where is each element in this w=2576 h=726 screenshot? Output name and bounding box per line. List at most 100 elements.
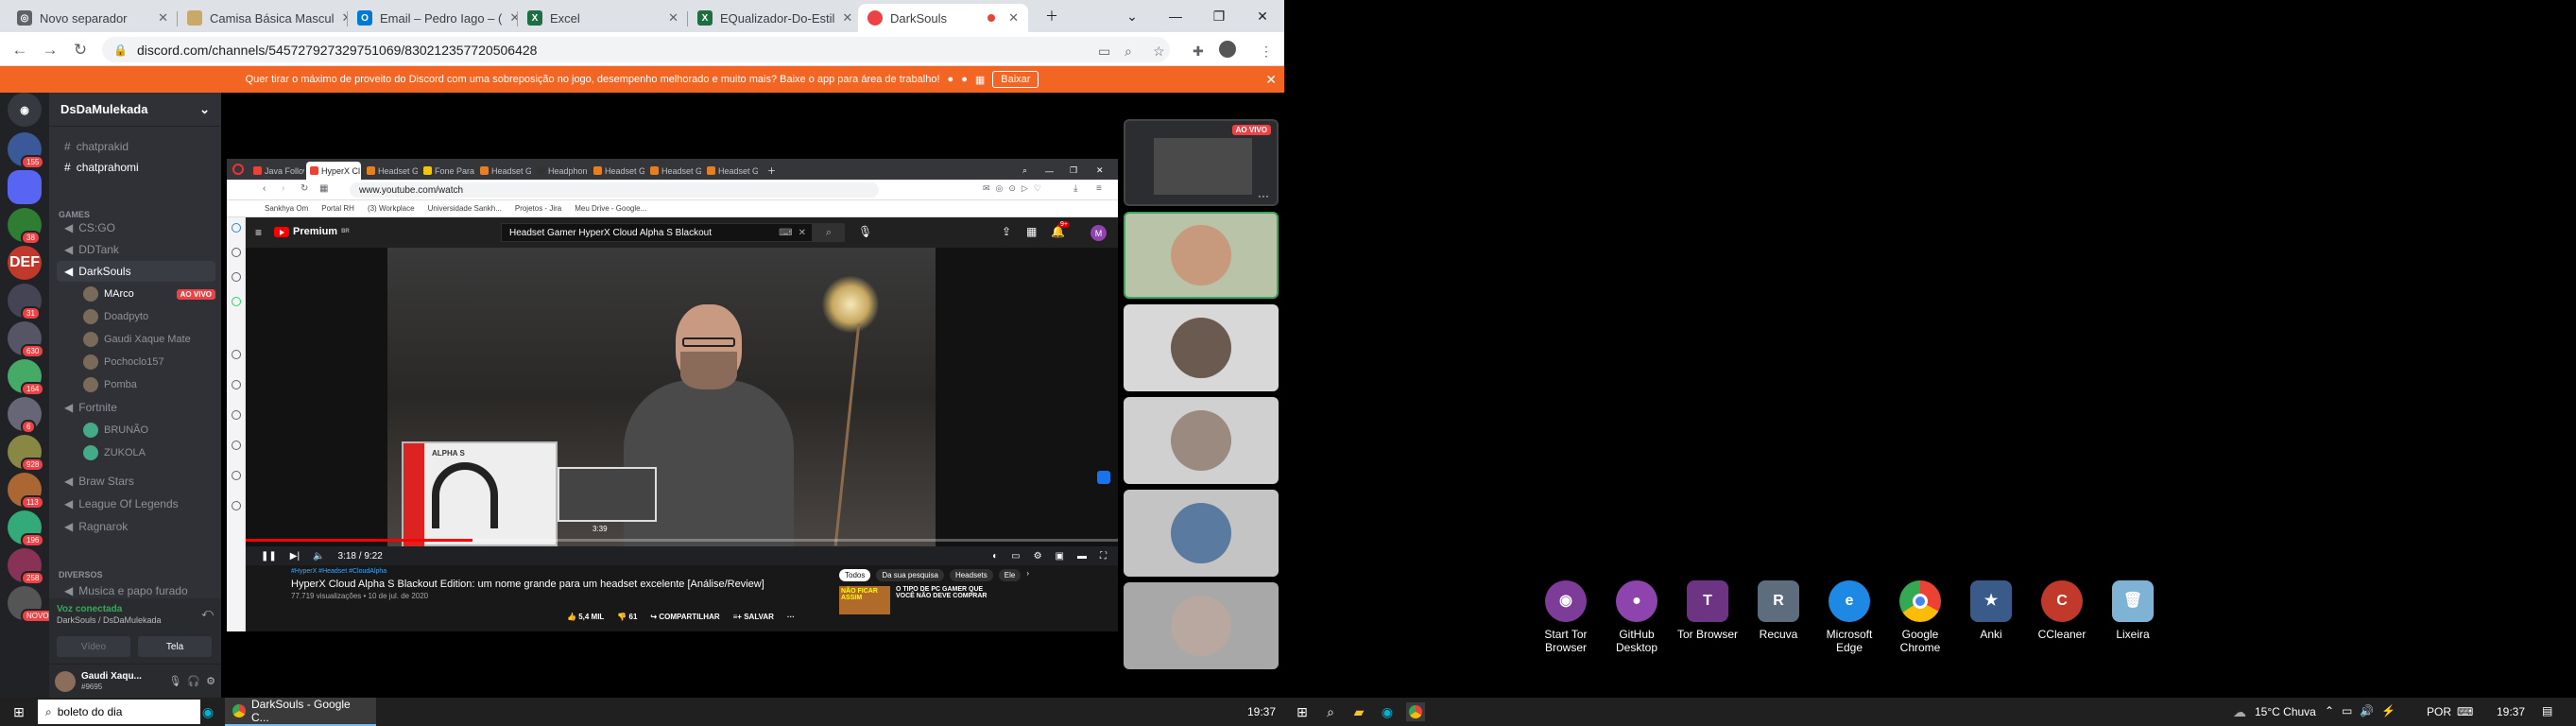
tab[interactable]: Headset G [476,162,531,180]
maximize-button[interactable]: ❐ [1197,0,1241,32]
clock-right[interactable]: 19:37 [2497,705,2525,718]
video-button[interactable]: Vídeo [57,636,130,657]
forward-button[interactable]: → [40,40,60,60]
bookmark[interactable]: Portal RH [321,204,354,213]
youtube-logo[interactable]: Premium BR [274,226,350,237]
participant-tile[interactable] [1124,397,1279,484]
chevron-right-icon[interactable]: › [1026,569,1029,581]
taskbar-search-input[interactable]: ⌕ boleto do dia [38,700,200,724]
channel-chatprahomi[interactable]: # chatprahomi [57,157,215,178]
subtitles-icon[interactable]: ▭ [1011,551,1020,562]
desktop-icon-edge[interactable]: e Microsoft Edge [1815,580,1883,654]
participant-tile[interactable] [1124,582,1279,669]
channel-ddtank[interactable]: ◀ DDTank [57,239,215,260]
tab[interactable]: Headset G [363,162,418,180]
more-icon[interactable]: ··· [1258,189,1269,202]
send-icon[interactable] [232,380,241,389]
voice-user[interactable]: MArco AO VIVO [83,284,215,304]
maximize-button[interactable]: ❐ [1066,162,1081,180]
more-icon[interactable]: ··· [787,613,795,621]
video-player[interactable]: ALPHA S 3:39 [246,248,1118,546]
recommended-thumbnail[interactable]: NÃO FICAR ASSIM [839,586,890,614]
download-icon[interactable]: ⤓ [1073,183,1077,194]
channel-csgo[interactable]: ◀ CS:GO [57,217,215,238]
screen-button[interactable]: Tela [138,636,212,657]
chip[interactable]: Headsets [949,569,993,581]
category-diversos[interactable]: DIVERSOS [59,570,103,579]
desktop-icon-tor[interactable]: T Tor Browser [1674,580,1742,641]
save-button[interactable]: ≡+ SALVAR [733,613,774,621]
language-indicator[interactable]: POR [2427,705,2451,718]
reload-button[interactable]: ↻ [301,183,308,194]
fullscreen-icon[interactable]: ⛶ [1100,551,1107,562]
desktop-icon-start-tor[interactable]: ◉ Start Tor Browser [1532,580,1600,654]
cast-icon[interactable]: ▭ [1098,43,1110,60]
voice-user[interactable]: Pomba [83,374,215,395]
headphones-icon[interactable]: 🎧 [187,675,200,687]
apps-icon[interactable]: ▦ [1026,225,1037,238]
profile-avatar[interactable] [1219,41,1236,58]
desktop-icon-github[interactable]: ● GitHub Desktop [1603,580,1671,654]
participant-tile[interactable]: AO VIVO ··· [1124,119,1279,206]
tray-icons[interactable]: ⌃▭🔊⚡ [2325,704,2403,717]
search-icon[interactable]: ⌕ [1321,702,1340,721]
sidebar-icon[interactable] [232,248,241,257]
channel-chatprakid[interactable]: # chatprakid [57,136,215,157]
grid-icon[interactable]: ▦ [319,183,328,194]
windows-start-icon[interactable]: ⊞ [1293,702,1312,721]
channel-fortnite[interactable]: ◀ Fortnite [57,397,215,418]
tab-novo-separador[interactable]: ◎ Novo separador ✕ [8,4,178,32]
participant-tile[interactable] [1124,212,1279,299]
menu-icon[interactable]: ≡ [1096,183,1102,194]
reload-button[interactable]: ↻ [70,40,91,60]
chip[interactable]: Todos [839,569,871,581]
minimize-button[interactable]: — [1041,162,1057,180]
tab[interactable]: HyperX Cl [306,162,361,180]
upload-icon[interactable]: ⇪ [1002,225,1011,238]
back-button[interactable]: ← [9,40,30,60]
tab-camisa[interactable]: Camisa Básica Mascul ✕ [178,4,348,32]
weather-text[interactable]: 15°C Chuva [2255,705,2316,718]
close-icon[interactable]: ✕ [1265,72,1277,88]
pause-icon[interactable]: ❚❚ [261,551,277,562]
discord-home-icon[interactable]: ◉ [8,93,42,127]
youtube-search-input[interactable]: Headset Gamer HyperX Cloud Alpha S Black… [501,223,813,242]
chip[interactable]: Da sua pesquisa [876,569,944,581]
gear-icon[interactable]: ⚙ [206,675,215,687]
tab-darksouls[interactable]: DarkSouls ✕ [858,4,1028,32]
close-icon[interactable]: ✕ [1008,10,1019,26]
server-icon[interactable]: DEF [8,246,42,280]
download-button[interactable]: Baixar [992,71,1039,88]
desktop-icon-recycle-bin[interactable]: 🗑 Lixeira [2099,580,2167,641]
voice-user[interactable]: BRUNÃO [83,420,215,441]
tab[interactable]: Fone Para [420,162,474,180]
channel-darksouls[interactable]: ◀ DarkSouls [57,261,215,282]
bookmark[interactable]: Projetos - Jira [515,204,561,213]
channel-brawstars[interactable]: ◀ Braw Stars [57,471,215,492]
minimize-button[interactable]: — [1154,0,1197,32]
dislike-button[interactable]: 👎 61 [617,613,637,621]
voice-user[interactable]: Gaudi Xaque Mate [83,329,215,350]
voice-user[interactable]: Pochoclo157 [83,352,215,372]
bookmark[interactable]: Meu Drive - Google... [575,204,646,213]
close-icon[interactable]: ✕ [158,10,168,26]
bulb-icon[interactable] [232,501,241,510]
tab[interactable]: Headset G [646,162,701,180]
theater-icon[interactable]: ▬ [1077,551,1087,562]
volume-icon[interactable]: 🔈 [313,551,324,562]
avatar[interactable] [55,670,76,692]
desktop-icon-ccleaner[interactable]: C CCleaner [2028,580,2096,641]
chrome-taskbar-icon[interactable] [1406,702,1425,721]
progress-bar[interactable] [246,539,1118,542]
tab-search-icon[interactable]: ⌄ [1110,0,1154,32]
notification-icon[interactable]: ▤ [2542,704,2552,717]
channel-ragnarok[interactable]: ◀ Ragnarok [57,516,215,537]
clear-icon[interactable]: ✕ [799,228,806,238]
microphone-icon[interactable]: 🎙 [168,675,181,687]
extensions-icon[interactable]: ✚ [1193,43,1204,60]
bookmark[interactable]: (3) Workplace [368,204,415,213]
back-button[interactable]: ‹ [263,183,266,194]
tab-email[interactable]: O Email – Pedro Iago – ( ✕ [348,4,518,32]
sidebar-icon[interactable] [232,350,241,359]
tab[interactable]: Headphon [533,162,588,180]
